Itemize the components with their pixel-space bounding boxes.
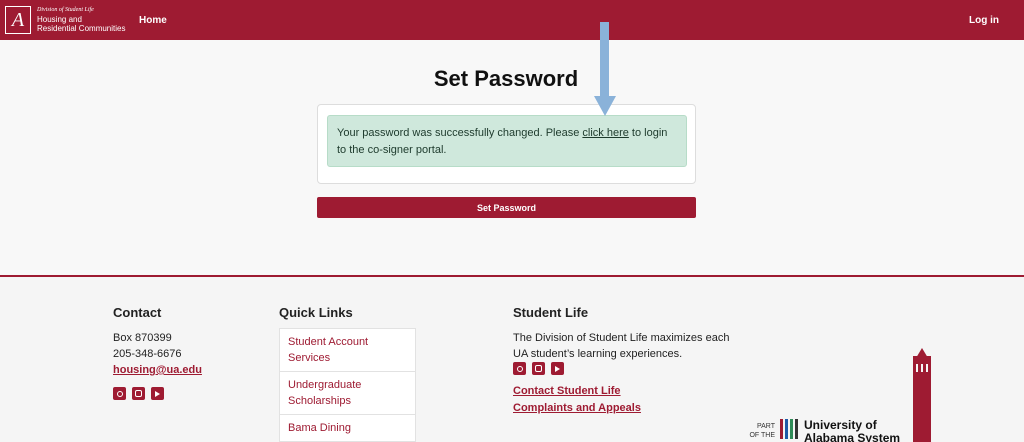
set-password-button[interactable]: Set Password [317, 197, 696, 218]
page-title: Set Password [433, 66, 579, 91]
system-name-line-2: Alabama System [804, 431, 901, 442]
ua-system-logo[interactable]: PART OF THE University of Alabama System [747, 419, 900, 442]
quick-links-heading: Quick Links [279, 305, 353, 320]
youtube-icon[interactable] [551, 362, 564, 375]
nav-home-link[interactable]: Home [139, 15, 167, 26]
contact-student-life-link[interactable]: Contact Student Life [513, 385, 621, 397]
complaints-appeals-link[interactable]: Complaints and Appeals [513, 402, 641, 414]
contact-social-icons [113, 387, 164, 400]
contact-email-link[interactable]: housing@ua.edu [113, 364, 202, 376]
system-bars-icon [780, 419, 798, 439]
contact-heading: Contact [113, 305, 162, 320]
logo-letter: A [11, 9, 25, 31]
password-card: Your password was successfully changed. … [317, 104, 696, 184]
youtube-icon[interactable] [151, 387, 164, 400]
student-life-heading: Student Life [513, 305, 589, 320]
quick-link-item[interactable]: Student Account Services [280, 329, 415, 372]
part-of-label: PART OF THE [749, 423, 775, 439]
student-life-description: The Division of Student Life maximizes e… [513, 332, 730, 360]
annotation-arrow-icon [600, 22, 609, 98]
instagram-icon[interactable] [532, 362, 545, 375]
quick-link-item[interactable]: Bama Dining [280, 415, 415, 441]
quick-link-item[interactable]: Undergraduate Scholarships [280, 372, 415, 415]
unit-line-2: Residential Communities [37, 24, 126, 33]
division-label: Division of Student Life [37, 7, 94, 13]
quick-links-list: Student Account Services Undergraduate S… [279, 328, 416, 442]
facebook-icon[interactable] [113, 387, 126, 400]
annotation-arrowhead-icon [594, 96, 616, 116]
alert-text-start: Your password was successfully changed. … [337, 127, 583, 139]
denny-chimes-icon [913, 356, 931, 442]
success-alert: Your password was successfully changed. … [327, 115, 687, 167]
system-name: University of Alabama System [804, 419, 900, 442]
facebook-icon[interactable] [513, 362, 526, 375]
instagram-icon[interactable] [132, 387, 145, 400]
contact-box: Box 870399 [113, 332, 172, 344]
ua-logo-icon[interactable]: A [5, 6, 31, 34]
nav-login-link[interactable]: Log in [969, 15, 999, 26]
contact-phone: 205-348-6676 [113, 348, 182, 360]
click-here-link[interactable]: click here [582, 127, 628, 139]
top-navbar: A Division of Student Life Housing and R… [0, 0, 1024, 40]
unit-line-1: Housing and [37, 15, 82, 24]
logo-text[interactable]: Division of Student Life Housing and Res… [37, 6, 125, 33]
contact-info: Box 870399 205-348-6676 housing@ua.edu [113, 330, 202, 378]
student-life-social-icons [513, 362, 564, 375]
